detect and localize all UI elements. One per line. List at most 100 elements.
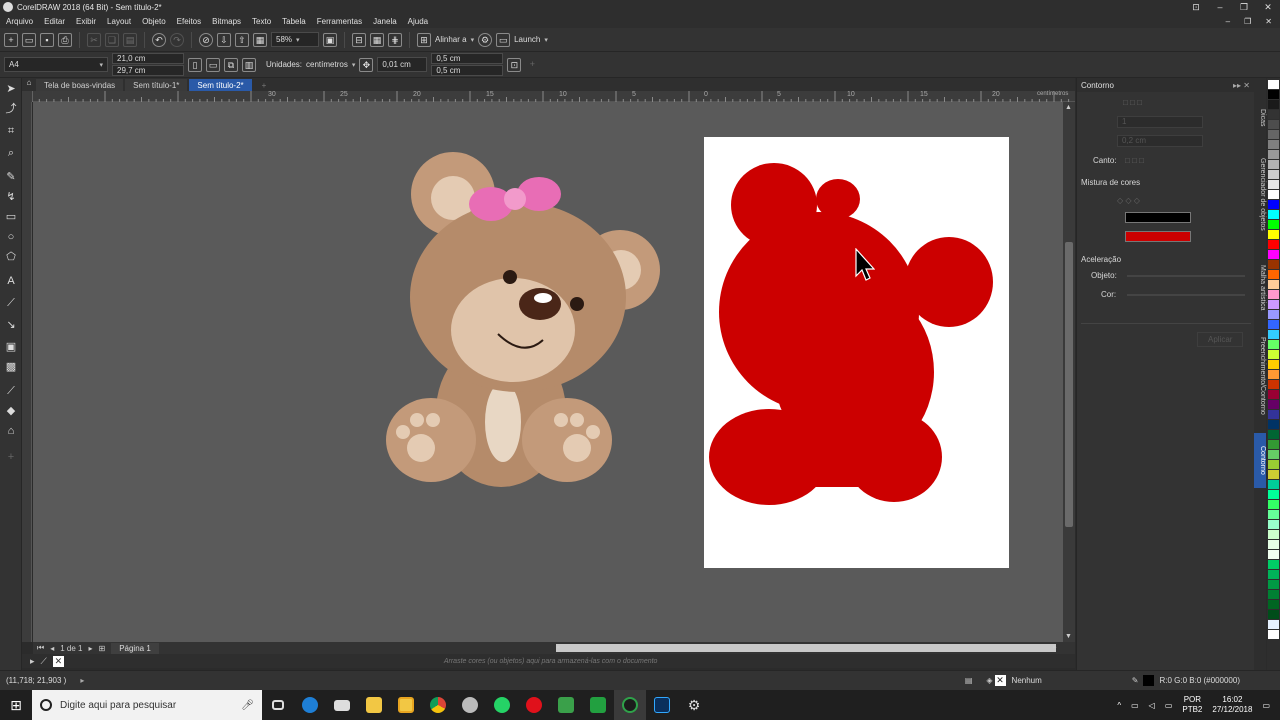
red-bear-silhouette[interactable] [704,137,1009,568]
tab-contour[interactable]: Contorno [1254,433,1266,488]
scroll-right-icon[interactable]: ▸ [1053,643,1057,651]
tray-chevron-icon[interactable]: ^ [1117,701,1121,710]
photoshop-icon[interactable] [646,690,678,720]
store-icon[interactable] [390,690,422,720]
menu-arquivo[interactable]: Arquivo [6,17,33,26]
blend-direction-icons[interactable]: ◇ ◇ ◇ [1117,196,1140,205]
duplicate-y-field[interactable]: 0,5 cm [431,65,504,76]
color-swatch[interactable] [1268,520,1279,529]
vertical-scrollbar[interactable]: ▲ ▼ [1063,102,1075,642]
color-swatch[interactable] [1268,510,1279,519]
launch-dropdown[interactable]: Launch [514,35,548,44]
color-swatch[interactable] [1268,220,1279,229]
ruler-corner[interactable] [22,91,32,102]
publish-pdf-icon[interactable]: ▦ [253,32,267,47]
color-swatch[interactable] [1268,320,1279,329]
bleed-icon[interactable]: ⊡ [507,57,522,72]
app-icon[interactable] [454,690,486,720]
zoom-level-select[interactable]: 58% [271,32,319,47]
microphone-icon[interactable]: 🎤︎ [241,700,254,711]
taskbar-search[interactable]: Digite aqui para pesquisar 🎤︎ [32,690,262,720]
horizontal-scroll-thumb[interactable] [556,644,1056,652]
vertical-ruler[interactable] [22,102,32,642]
tab-welcome[interactable]: Tela de boas-vindas [36,79,124,91]
guidelines-icon[interactable]: ⋕ [388,32,402,47]
tab-fill-outline[interactable]: Preenchimento/Contorno [1254,328,1266,423]
page-tab[interactable]: Página 1 [111,642,159,654]
landscape-icon[interactable]: ▭ [206,57,220,72]
color-swatch[interactable] [1268,170,1279,179]
color-swatch[interactable] [1268,180,1279,189]
color-swatch[interactable] [1268,110,1279,119]
language-indicator[interactable]: POR PTB2 [1182,695,1202,715]
portrait-icon[interactable]: ▯ [188,57,202,72]
add-tool-icon[interactable]: + [4,450,18,464]
opera-icon[interactable] [518,690,550,720]
outline-color-swatch[interactable] [1142,675,1154,686]
new-document-icon[interactable]: + [4,32,18,47]
transparency-icon[interactable]: ▩ [4,360,18,374]
coreldraw-active-icon[interactable] [614,690,646,720]
maximize-button[interactable]: ❐ [1232,2,1256,13]
text-tool-icon[interactable]: A [4,274,18,288]
menu-tabela[interactable]: Tabela [282,17,306,26]
color-swatch[interactable] [1268,500,1279,509]
color-swatch[interactable] [1268,470,1279,479]
battery-icon[interactable]: ▭ [1165,701,1173,710]
color-swatch[interactable] [1268,90,1279,99]
nudge-distance-field[interactable]: 0,01 cm [377,57,428,72]
color-swatch[interactable] [1268,230,1279,239]
new-tab-button[interactable]: + [254,79,275,91]
crop-tool-icon[interactable]: ⌗ [4,124,18,138]
eyedropper-icon[interactable]: ⟋ [4,384,18,398]
connector-tool-icon[interactable]: ↘ [4,318,18,332]
color-swatch[interactable] [1268,260,1279,269]
full-screen-icon[interactable]: ▣ [323,32,337,47]
menu-janela[interactable]: Janela [373,17,397,26]
interactive-fill-icon[interactable]: ◆ [4,404,18,418]
first-page-icon[interactable]: ⏮ [37,643,44,653]
color-swatch[interactable] [1268,460,1279,469]
color-swatch[interactable] [1268,390,1279,399]
print-icon[interactable]: ⎙ [58,32,72,47]
drop-shadow-icon[interactable]: ▣ [4,340,18,354]
copy-icon[interactable]: ❏ [105,32,119,47]
windows-start-icon[interactable]: ⊞ [0,697,32,714]
rectangle-tool-icon[interactable]: ▭ [4,210,18,224]
color-swatch[interactable] [1268,600,1279,609]
color-swatch[interactable] [1268,420,1279,429]
color-swatch[interactable] [1268,570,1279,579]
teddy-bear-illustration[interactable] [383,152,663,492]
object-accel-slider[interactable] [1127,275,1245,277]
color-swatch[interactable] [1268,340,1279,349]
fill-color-swatch[interactable] [1125,231,1191,242]
document-page[interactable] [704,137,1009,568]
color-swatch[interactable] [1268,580,1279,589]
no-fill-swatch[interactable]: ✕ [994,675,1006,686]
current-page-icon[interactable]: ▥ [242,57,256,72]
tab-object-manager[interactable]: Gerenciador de objetos [1254,144,1266,244]
color-swatch[interactable] [1268,560,1279,569]
tab-document-2[interactable]: Sem título-2* [189,79,252,91]
color-swatch[interactable] [1268,480,1279,489]
units-dropdown[interactable]: centímetros [306,60,355,69]
page-width-field[interactable]: 21,0 cm [112,53,184,64]
tab-hints[interactable]: Dicas [1254,98,1266,138]
color-swatch[interactable] [1268,360,1279,369]
color-swatch[interactable] [1268,300,1279,309]
prev-page-icon[interactable]: ◂ [50,644,54,653]
freehand-tool-icon[interactable]: ✎ [4,170,18,184]
snap-to-icon[interactable]: ⊞ [417,32,431,47]
menu-bitmaps[interactable]: Bitmaps [212,17,241,26]
corel-draw-green-icon[interactable] [582,690,614,720]
scroll-down-icon[interactable]: ▼ [1065,633,1072,640]
color-swatch[interactable] [1268,370,1279,379]
cut-icon[interactable]: ✂ [87,32,101,47]
color-swatch[interactable] [1268,270,1279,279]
horizontal-ruler[interactable]: 30 25 20 15 10 5 0 5 10 15 20 centímetro… [32,91,1075,102]
document-palette[interactable]: ▸ ⟋ ✕ Arraste cores (ou objetos) aqui pa… [22,654,1075,668]
duplicate-x-field[interactable]: 0,5 cm [431,53,504,64]
grid-icon[interactable]: ▦ [370,32,384,47]
no-color-swatch[interactable]: ✕ [52,655,64,667]
color-swatch[interactable] [1268,350,1279,359]
